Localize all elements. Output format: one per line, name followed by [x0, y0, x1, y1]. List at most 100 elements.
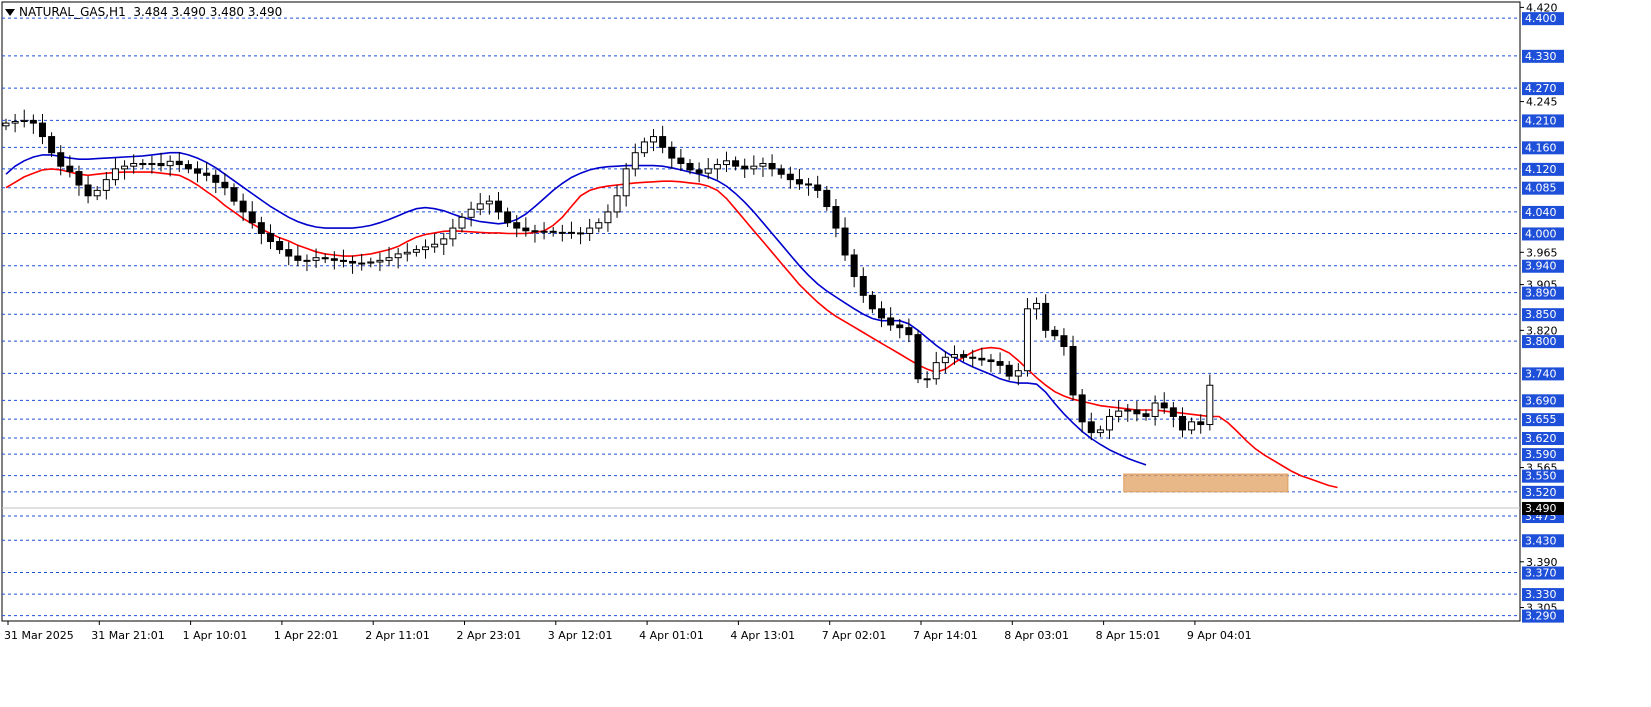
candle-body	[11, 120, 19, 124]
candle-body	[604, 211, 612, 224]
candle-body	[650, 136, 658, 143]
candle-body	[1151, 402, 1159, 417]
candle-body	[422, 246, 430, 251]
candle-body	[84, 184, 92, 197]
time-label: 4 Apr 13:01	[730, 629, 795, 642]
level-label: 3.655	[1525, 413, 1557, 426]
candle-body	[1178, 415, 1186, 431]
candle-body	[485, 200, 493, 205]
candle-body	[139, 162, 147, 166]
candle-body	[467, 208, 475, 218]
candle-body	[221, 181, 229, 189]
ema-fast-line	[5, 168, 1338, 489]
time-label: 31 Mar 21:01	[91, 629, 164, 642]
candle-body	[950, 354, 958, 358]
level-label: 3.940	[1525, 260, 1557, 273]
candle-body	[248, 211, 256, 224]
candle-body	[121, 165, 129, 170]
candle-body	[567, 231, 575, 234]
price-tick-label: 3.965	[1526, 246, 1558, 259]
candle-body	[987, 359, 995, 363]
candle-body	[1115, 410, 1123, 417]
candle-body	[695, 169, 703, 174]
level-label: 3.800	[1525, 335, 1557, 348]
price-chart[interactable]: 4.4204.2453.9653.9053.8203.5653.3903.305…	[0, 0, 1651, 707]
candle-body	[1051, 329, 1059, 337]
current-price-label: 3.490	[1525, 502, 1557, 515]
time-label: 7 Apr 14:01	[913, 629, 978, 642]
candle-body	[330, 258, 338, 261]
time-label: 7 Apr 02:01	[822, 629, 887, 642]
time-label: 2 Apr 11:01	[365, 629, 430, 642]
candle-body	[175, 160, 183, 166]
candle-body	[239, 200, 247, 213]
candle-body	[1087, 421, 1095, 434]
candle-body	[750, 165, 758, 170]
candle-body	[2, 122, 10, 127]
candle-body	[513, 222, 521, 229]
candle-body	[996, 361, 1004, 366]
candle-body	[677, 157, 685, 164]
candle-body	[38, 122, 46, 138]
candle-body	[859, 276, 867, 296]
chart-root: NATURAL_GAS,H1 3.484 3.490 3.480 3.490 4…	[0, 0, 1651, 707]
level-label: 4.330	[1525, 50, 1557, 63]
candle-body	[130, 162, 138, 167]
candle-body	[905, 327, 913, 336]
candle-body	[896, 324, 904, 329]
candle-body	[93, 189, 101, 197]
candle-body	[868, 294, 876, 310]
candle-body	[1069, 345, 1077, 396]
candle-body	[631, 152, 639, 170]
candle-body	[1133, 409, 1141, 415]
candle-body	[1042, 302, 1050, 331]
level-label: 3.370	[1525, 567, 1557, 580]
level-label: 4.040	[1525, 206, 1557, 219]
candle-body	[294, 255, 302, 261]
candle-body	[285, 249, 293, 257]
candle-body	[577, 232, 585, 235]
candle-body	[1197, 421, 1205, 426]
time-label: 3 Apr 12:01	[548, 629, 613, 642]
candle-body	[157, 162, 165, 167]
candle-body	[148, 162, 156, 166]
candle-body	[1106, 415, 1114, 431]
candle-body	[795, 179, 803, 185]
candle-body	[549, 230, 557, 233]
price-axis: 4.4204.2453.9653.9053.8203.5653.3903.305…	[1520, 1, 1564, 623]
candle-body	[212, 174, 220, 183]
candle-body	[805, 183, 813, 186]
candle-body	[1005, 364, 1013, 377]
candle-body	[704, 168, 712, 174]
candle-body	[613, 195, 621, 213]
time-label: 2 Apr 23:01	[457, 629, 522, 642]
candle-body	[394, 253, 402, 259]
candle-body	[349, 260, 357, 264]
candle-body	[321, 257, 329, 260]
candle-body	[367, 261, 375, 264]
candle-body	[668, 146, 676, 159]
candle-body	[768, 162, 776, 170]
candle-body	[1169, 407, 1177, 417]
candle-body	[1023, 308, 1031, 372]
level-label: 3.330	[1525, 588, 1557, 601]
candle-body	[494, 200, 502, 213]
time-label: 8 Apr 03:01	[1004, 629, 1069, 642]
candle-body	[20, 119, 28, 122]
level-label: 3.620	[1525, 432, 1557, 445]
candle-body	[923, 378, 931, 381]
candle-body	[978, 357, 986, 361]
candle-body	[1142, 413, 1150, 417]
candle-body	[659, 136, 667, 148]
candle-body	[431, 243, 439, 248]
horizontal-levels	[1, 1, 1521, 622]
candle-body	[48, 136, 56, 154]
candle-body	[1124, 409, 1132, 412]
candle-body	[303, 259, 311, 262]
supply-zone-group	[1123, 473, 1289, 493]
level-label: 4.210	[1525, 114, 1557, 127]
candle-body	[504, 211, 512, 224]
candle-body	[385, 257, 393, 261]
candle-body	[1188, 421, 1196, 431]
candle-body	[57, 152, 65, 167]
